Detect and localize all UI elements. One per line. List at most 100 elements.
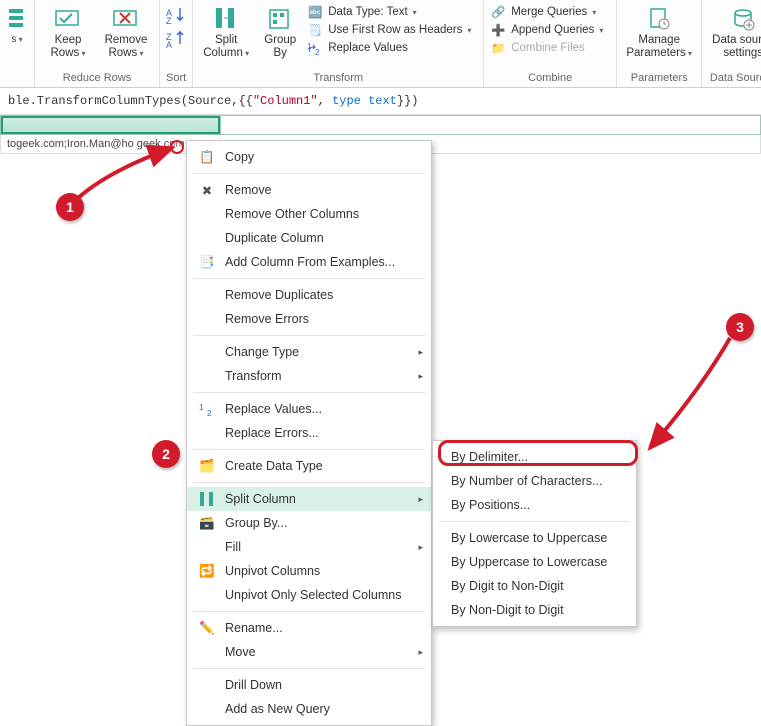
replace-values-button[interactable]: 12 Replace Values bbox=[307, 40, 477, 56]
annotation-click-marker bbox=[170, 140, 184, 154]
context-menu: 📋Copy ✖Remove Remove Other Columns Dupli… bbox=[186, 140, 432, 726]
remove-icon: ✖ bbox=[195, 182, 219, 198]
append-icon: ➕ bbox=[490, 22, 506, 38]
keep-rows-icon bbox=[54, 7, 82, 31]
split-column-icon bbox=[195, 491, 219, 507]
ribbon-group-sort: AZ ZA Sort bbox=[160, 0, 193, 87]
remove-rows-button[interactable]: Remove Rows bbox=[99, 2, 153, 60]
separator bbox=[193, 392, 425, 393]
ribbon-group-combine: 🔗Merge Queries ➕Append Queries 📁Combine … bbox=[484, 0, 617, 87]
separator bbox=[193, 449, 425, 450]
append-queries-button[interactable]: ➕Append Queries bbox=[490, 22, 610, 38]
unpivot-icon: 🔁 bbox=[195, 563, 219, 579]
group-by-icon: 🗃️ bbox=[195, 515, 219, 531]
group-by-icon bbox=[268, 7, 292, 31]
sub-by-delimiter[interactable]: By Delimiter... bbox=[433, 445, 636, 469]
group-by-button[interactable]: Group By bbox=[257, 2, 303, 60]
ctx-replace-values[interactable]: 12Replace Values... bbox=[187, 397, 431, 421]
annotation-arrow-3 bbox=[620, 330, 750, 460]
combine-files-icon: 📁 bbox=[490, 40, 506, 56]
sub-lower-upper[interactable]: By Lowercase to Uppercase bbox=[433, 526, 636, 550]
ctx-fill[interactable]: Fill bbox=[187, 535, 431, 559]
headers-icon: 🗒️ bbox=[307, 22, 323, 38]
parameters-icon bbox=[647, 7, 671, 31]
merge-queries-button[interactable]: 🔗Merge Queries bbox=[490, 4, 610, 20]
svg-text:2: 2 bbox=[207, 409, 212, 416]
ctx-add-from-examples[interactable]: 📑Add Column From Examples... bbox=[187, 250, 431, 274]
svg-text:Z: Z bbox=[166, 16, 172, 24]
split-column-button[interactable]: Split Column bbox=[199, 2, 253, 60]
ribbon-group-reduce-rows: Keep Rows Remove Rows Reduce Rows bbox=[35, 0, 160, 87]
manage-parameters-button[interactable]: Manage Parameters bbox=[623, 2, 695, 60]
separator bbox=[439, 521, 630, 522]
ctx-add-as-query[interactable]: Add as New Query bbox=[187, 697, 431, 721]
ctx-split-column[interactable]: Split Column bbox=[187, 487, 431, 511]
data-source-settings-button[interactable]: Data source settings bbox=[708, 2, 761, 60]
ctx-remove[interactable]: ✖Remove bbox=[187, 178, 431, 202]
annotation-badge-3: 3 bbox=[726, 313, 754, 341]
keep-rows-button[interactable]: Keep Rows bbox=[41, 2, 95, 60]
ctx-group-by[interactable]: 🗃️Group By... bbox=[187, 511, 431, 535]
group-label-sort: Sort bbox=[166, 70, 186, 87]
ctx-drill-down[interactable]: Drill Down bbox=[187, 673, 431, 697]
ctx-remove-duplicates[interactable]: Remove Duplicates bbox=[187, 283, 431, 307]
ctx-copy[interactable]: 📋Copy bbox=[187, 145, 431, 169]
replace-values-icon: 12 bbox=[195, 401, 219, 417]
split-column-submenu: By Delimiter... By Number of Characters.… bbox=[432, 440, 637, 627]
sub-upper-lower[interactable]: By Uppercase to Lowercase bbox=[433, 550, 636, 574]
sub-nondigit-digit[interactable]: By Non-Digit to Digit bbox=[433, 598, 636, 622]
data-type-button[interactable]: 🔤 Data Type: Text bbox=[307, 4, 477, 20]
ctx-replace-errors[interactable]: Replace Errors... bbox=[187, 421, 431, 445]
partial-left-button[interactable]: s bbox=[6, 2, 28, 46]
data-type-icon: 🗂️ bbox=[195, 458, 219, 474]
ctx-create-data-type[interactable]: 🗂️Create Data Type bbox=[187, 454, 431, 478]
ctx-move[interactable]: Move bbox=[187, 640, 431, 664]
combine-files-button[interactable]: 📁Combine Files bbox=[490, 40, 610, 56]
separator bbox=[193, 482, 425, 483]
sort-asc-icon[interactable]: AZ bbox=[166, 6, 186, 24]
ribbon-group-parameters: Manage Parameters Parameters bbox=[617, 0, 702, 87]
remove-rows-icon bbox=[112, 7, 140, 31]
replace-values-icon: 12 bbox=[307, 40, 323, 56]
ribbon-group-data-sources: Data source settings Data Sources bbox=[702, 0, 761, 87]
group-label-datasources: Data Sources bbox=[708, 70, 761, 87]
data-type-icon: 🔤 bbox=[307, 4, 323, 20]
group-label-parameters: Parameters bbox=[623, 70, 695, 87]
ctx-remove-errors[interactable]: Remove Errors bbox=[187, 307, 431, 331]
add-column-icon: 📑 bbox=[195, 254, 219, 270]
group-label-transform: Transform bbox=[199, 70, 477, 87]
merge-icon: 🔗 bbox=[490, 4, 506, 20]
separator bbox=[193, 335, 425, 336]
ctx-transform[interactable]: Transform bbox=[187, 364, 431, 388]
annotation-badge-2: 2 bbox=[152, 440, 180, 468]
copy-icon: 📋 bbox=[195, 149, 219, 165]
sort-desc-icon[interactable]: ZA bbox=[166, 30, 186, 48]
ctx-change-type[interactable]: Change Type bbox=[187, 340, 431, 364]
svg-text:1: 1 bbox=[199, 403, 204, 412]
svg-text:A: A bbox=[166, 40, 172, 48]
sub-digit-nondigit[interactable]: By Digit to Non-Digit bbox=[433, 574, 636, 598]
sub-by-num-chars[interactable]: By Number of Characters... bbox=[433, 469, 636, 493]
column-header[interactable] bbox=[1, 116, 221, 134]
rows-icon bbox=[9, 7, 25, 31]
separator bbox=[193, 668, 425, 669]
group-label-reduce-rows: Reduce Rows bbox=[41, 70, 153, 87]
separator bbox=[193, 611, 425, 612]
ctx-remove-other[interactable]: Remove Other Columns bbox=[187, 202, 431, 226]
annotation-badge-1: 1 bbox=[56, 193, 84, 221]
rename-icon: ✏️ bbox=[195, 620, 219, 636]
ribbon-group-transform: Split Column Group By 🔤 Data Type: Text … bbox=[193, 0, 484, 87]
ctx-duplicate[interactable]: Duplicate Column bbox=[187, 226, 431, 250]
ctx-unpivot-selected[interactable]: Unpivot Only Selected Columns bbox=[187, 583, 431, 607]
formula-bar[interactable]: ble.TransformColumnTypes(Source,{{"Colum… bbox=[0, 88, 761, 115]
group-label-combine: Combine bbox=[490, 70, 610, 87]
separator bbox=[193, 173, 425, 174]
split-column-icon bbox=[213, 6, 239, 32]
data-source-icon bbox=[731, 7, 755, 31]
svg-text:2: 2 bbox=[315, 48, 320, 55]
ctx-unpivot[interactable]: 🔁Unpivot Columns bbox=[187, 559, 431, 583]
ctx-rename[interactable]: ✏️Rename... bbox=[187, 616, 431, 640]
sub-by-positions[interactable]: By Positions... bbox=[433, 493, 636, 517]
first-row-headers-button[interactable]: 🗒️ Use First Row as Headers bbox=[307, 22, 477, 38]
ribbon-group-partial-left: s bbox=[0, 0, 35, 87]
